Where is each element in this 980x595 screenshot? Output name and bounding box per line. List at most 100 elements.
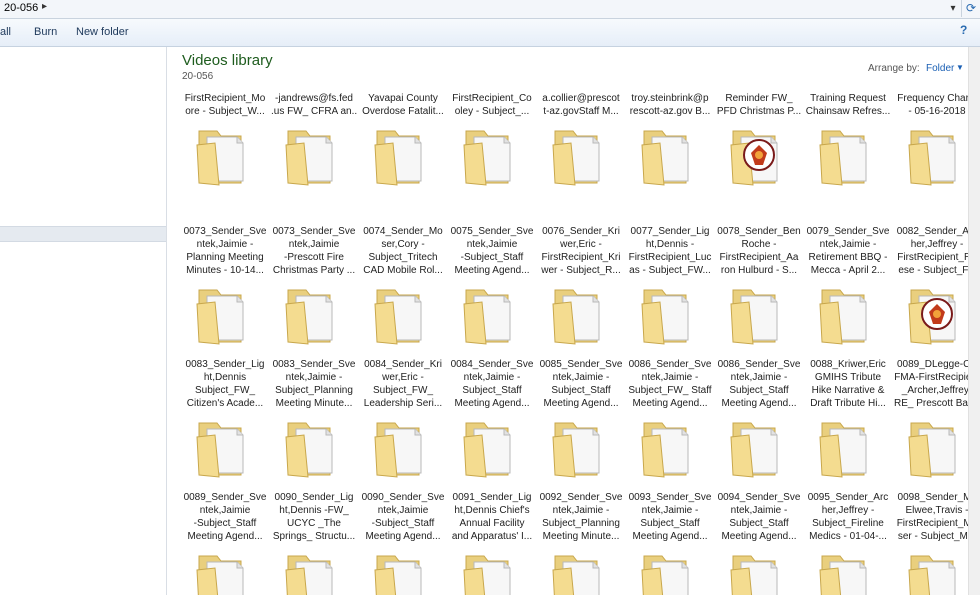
folder-item[interactable]: 0083_Sender_Sve ntek,Jaimie - Subject_Pl…: [271, 358, 357, 410]
folder-label: 0083_Sender_Lig ht,Dennis Subject_FW_ Ci…: [185, 359, 265, 409]
folder-item[interactable]: FirstRecipient_Mo ore - Subject_W...: [182, 92, 268, 118]
folder-icon[interactable]: [462, 125, 522, 187]
folder-icon[interactable]: [373, 550, 433, 595]
folder-item[interactable]: 0091_Sender_Lig ht,Dennis Chief's Annual…: [449, 491, 535, 543]
nav-selected-item[interactable]: [0, 226, 166, 242]
folder-item[interactable]: 0083_Sender_Lig ht,Dennis Subject_FW_ Ci…: [182, 358, 268, 410]
folder-label: 0078_Sender_Ben Roche - FirstRecipient_A…: [717, 226, 801, 276]
arrange-by-label: Arrange by:: [868, 63, 920, 74]
folder-icon[interactable]: [818, 284, 878, 346]
folder-icon[interactable]: [195, 284, 255, 346]
folder-icon[interactable]: [640, 125, 700, 187]
folder-icon[interactable]: [907, 125, 967, 187]
folder-label: 0090_Sender_Sve ntek,Jaimie -Subject_Sta…: [361, 492, 445, 542]
folder-label: Reminder FW_ PFD Christmas P...: [716, 93, 802, 117]
folder-item[interactable]: 0074_Sender_Mo ser,Cory - Subject_Tritec…: [360, 225, 446, 277]
folder-icon[interactable]: [818, 417, 878, 479]
folder-icon[interactable]: [551, 125, 611, 187]
folder-label: 0095_Sender_Arc her,Jeffrey - Subject_Fi…: [807, 492, 889, 542]
folder-item[interactable]: 0073_Sender_Sve ntek,Jaimie - Planning M…: [182, 225, 268, 277]
folder-icon[interactable]: [551, 284, 611, 346]
folder-item[interactable]: 0092_Sender_Sve ntek,Jaimie - Subject_Pl…: [538, 491, 624, 543]
folder-label: 0090_Sender_Lig ht,Dennis -FW_ UCYC _The…: [272, 492, 356, 542]
folder-item[interactable]: Yavapai County Overdose Fatalit...: [360, 92, 446, 118]
chevron-down-icon[interactable]: ▼: [956, 63, 964, 72]
folder-item[interactable]: 0084_Sender_Sve ntek,Jaimie - Subject_St…: [449, 358, 535, 410]
folder-label: 0075_Sender_Sve ntek,Jaimie -Subject_Sta…: [450, 226, 534, 276]
folder-icon[interactable]: [818, 550, 878, 595]
folder-icon[interactable]: [462, 417, 522, 479]
folder-item[interactable]: 0093_Sender_Sve ntek,Jaimie - Subject_St…: [627, 491, 713, 543]
vertical-scrollbar[interactable]: [968, 47, 980, 595]
fire-department-seal[interactable]: [729, 125, 789, 187]
folder-item[interactable]: 0084_Sender_Kri wer,Eric - Subject_FW_ L…: [360, 358, 446, 410]
folder-item[interactable]: Training Request Chainsaw Refres...: [805, 92, 891, 118]
folder-label: troy.steinbrink@p rescott-az.gov B...: [629, 93, 711, 117]
help-icon[interactable]: ?: [960, 23, 978, 41]
folder-icon[interactable]: [462, 550, 522, 595]
navigation-pane[interactable]: [0, 47, 167, 595]
folder-icon[interactable]: [373, 125, 433, 187]
folder-item[interactable]: FirstRecipient_Co oley - Subject_...: [449, 92, 535, 118]
folder-icon[interactable]: [907, 550, 967, 595]
folder-item[interactable]: 0078_Sender_Ben Roche - FirstRecipient_A…: [716, 225, 802, 277]
folder-icon[interactable]: [462, 284, 522, 346]
folder-icon[interactable]: [195, 417, 255, 479]
folder-icon[interactable]: [284, 284, 344, 346]
chevron-down-icon[interactable]: ▾: [946, 0, 960, 17]
toolbar-share-all[interactable]: all: [0, 26, 11, 38]
folder-icon[interactable]: [551, 417, 611, 479]
folder-item[interactable]: 0086_Sender_Sve ntek,Jaimie - Subject_St…: [716, 358, 802, 410]
folder-item[interactable]: 0076_Sender_Kri wer,Eric - FirstRecipien…: [538, 225, 624, 277]
file-view[interactable]: Videos library 20-056 Arrange by: Folder…: [167, 47, 980, 595]
fire-department-seal[interactable]: [907, 284, 967, 346]
folder-icon[interactable]: [373, 284, 433, 346]
folder-icon[interactable]: [284, 125, 344, 187]
refresh-icon[interactable]: ⟳: [961, 0, 980, 17]
folder-icon[interactable]: [907, 417, 967, 479]
folder-item[interactable]: 0086_Sender_Sve ntek,Jaimie - Subject_FW…: [627, 358, 713, 410]
folder-item[interactable]: 0088_Kriwer,Eric GMIHS Tribute Hike Narr…: [805, 358, 891, 410]
folder-icon[interactable]: [729, 417, 789, 479]
folder-label: 0092_Sender_Sve ntek,Jaimie - Subject_Pl…: [539, 492, 623, 542]
folder-item[interactable]: 0079_Sender_Sve ntek,Jaimie - Retirement…: [805, 225, 891, 277]
folder-icon[interactable]: [373, 417, 433, 479]
folder-item[interactable]: 0073_Sender_Sve ntek,Jaimie -Prescott Fi…: [271, 225, 357, 277]
folder-item[interactable]: 0085_Sender_Sve ntek,Jaimie - Subject_St…: [538, 358, 624, 410]
folder-label: 0089_Sender_Sve ntek,Jaimie -Subject_Sta…: [183, 492, 267, 542]
folder-icon[interactable]: [284, 550, 344, 595]
address-bar[interactable]: 20-056 ▸ ▾ ⟳: [0, 0, 980, 19]
library-title: Videos library: [182, 52, 273, 69]
folder-icon[interactable]: [729, 550, 789, 595]
folder-icon[interactable]: [640, 284, 700, 346]
folder-item[interactable]: 0077_Sender_Lig ht,Dennis - FirstRecipie…: [627, 225, 713, 277]
folder-label: 0079_Sender_Sve ntek,Jaimie - Retirement…: [806, 226, 890, 276]
folder-label: 0086_Sender_Sve ntek,Jaimie - Subject_St…: [717, 359, 801, 409]
breadcrumb-arrow-icon[interactable]: ▸: [42, 1, 47, 12]
folder-item[interactable]: -jandrews@fs.fed .us FW_ CFRA an...: [271, 92, 357, 118]
folder-item[interactable]: 0089_Sender_Sve ntek,Jaimie -Subject_Sta…: [182, 491, 268, 543]
folder-icon[interactable]: [818, 125, 878, 187]
arrange-by-dropdown[interactable]: Folder: [926, 63, 954, 74]
folder-item[interactable]: Reminder FW_ PFD Christmas P...: [716, 92, 802, 118]
burn-button[interactable]: Burn: [34, 26, 57, 38]
folder-icon[interactable]: [640, 417, 700, 479]
folder-item[interactable]: 0075_Sender_Sve ntek,Jaimie -Subject_Sta…: [449, 225, 535, 277]
folder-icon[interactable]: [195, 550, 255, 595]
folder-label: a.collier@prescot t-az.govStaff M...: [542, 93, 620, 117]
folder-item[interactable]: 0095_Sender_Arc her,Jeffrey - Subject_Fi…: [805, 491, 891, 543]
folder-icon[interactable]: [551, 550, 611, 595]
folder-icon[interactable]: [640, 550, 700, 595]
folder-icon[interactable]: [195, 125, 255, 187]
folder-item[interactable]: 0094_Sender_Sve ntek,Jaimie - Subject_St…: [716, 491, 802, 543]
folder-icon[interactable]: [284, 417, 344, 479]
folder-item[interactable]: 0090_Sender_Sve ntek,Jaimie -Subject_Sta…: [360, 491, 446, 543]
folder-item[interactable]: a.collier@prescot t-az.govStaff M...: [538, 92, 624, 118]
folder-icon[interactable]: [729, 284, 789, 346]
command-bar: all Burn New folder ?: [0, 19, 980, 47]
folder-item[interactable]: troy.steinbrink@p rescott-az.gov B...: [627, 92, 713, 118]
address-path[interactable]: 20-056: [4, 2, 38, 14]
folder-item[interactable]: 0090_Sender_Lig ht,Dennis -FW_ UCYC _The…: [271, 491, 357, 543]
new-folder-button[interactable]: New folder: [76, 26, 129, 38]
folder-label: 0088_Kriwer,Eric GMIHS Tribute Hike Narr…: [810, 359, 886, 409]
